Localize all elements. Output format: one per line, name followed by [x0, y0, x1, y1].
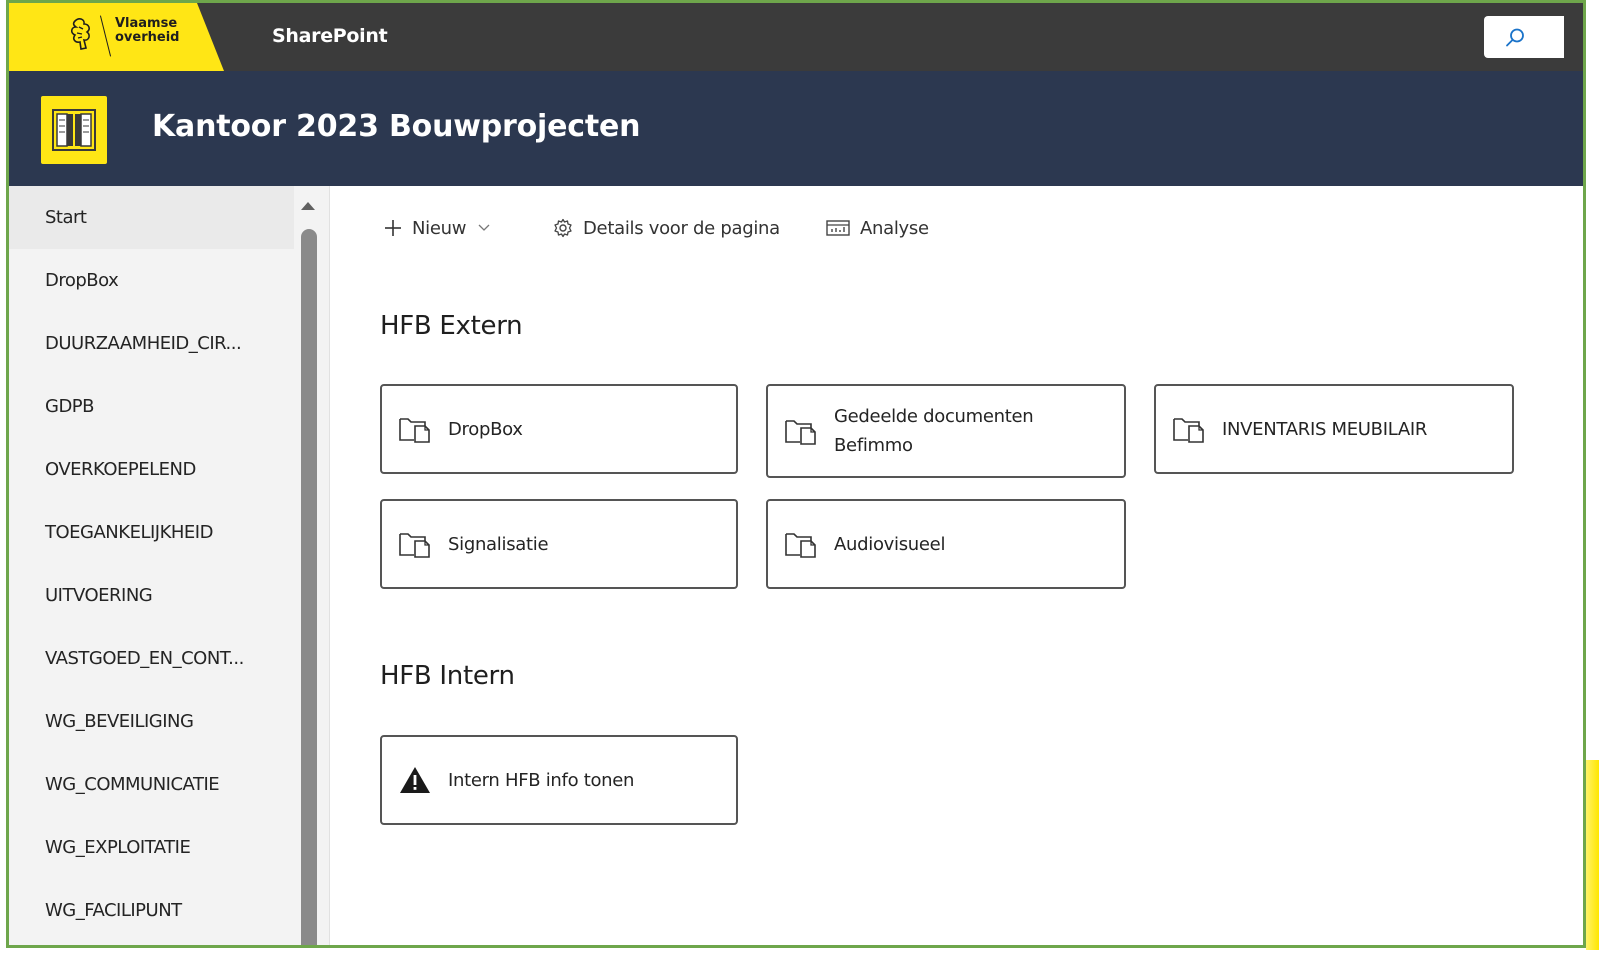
tile-label: Audiovisueel	[834, 530, 1112, 559]
quick-link-tile[interactable]: INVENTARIS MEUBILAIR	[1154, 384, 1514, 474]
quick-link-tile[interactable]: Audiovisueel	[766, 499, 1126, 589]
analytics-button[interactable]: Analyse	[826, 203, 929, 253]
section-title-hfb-intern: HFB Intern	[380, 661, 515, 691]
folder-document-icon	[784, 529, 818, 559]
window-frame: Vlaamse overheid SharePoint Kantoor 2023…	[6, 0, 1586, 948]
quick-link-tile[interactable]: DropBox	[380, 384, 738, 474]
nav-item-wg-communicatie[interactable]: WG_COMMUNICATIE	[9, 753, 294, 816]
tile-label-line-1: Audiovisueel	[834, 533, 946, 555]
nav-item-uitvoering[interactable]: UITVOERING	[9, 564, 294, 627]
tile-label-line-2: Befimmo	[834, 435, 913, 456]
new-button[interactable]: Nieuw	[384, 203, 490, 253]
search-button[interactable]	[1484, 16, 1564, 58]
tile-label: Signalisatie	[448, 530, 724, 559]
yellow-edge-decoration	[1586, 760, 1599, 950]
plus-icon	[384, 219, 402, 237]
nav-item-dropbox[interactable]: DropBox	[9, 249, 294, 312]
nav-item-wg-beveiliging[interactable]: WG_BEVEILIGING	[9, 690, 294, 753]
site-logo[interactable]	[41, 96, 107, 164]
tile-label: Intern HFB info tonen	[448, 766, 724, 795]
tile-label-line-1: Gedeelde documenten	[834, 406, 1034, 427]
section-title-hfb-extern: HFB Extern	[380, 311, 523, 341]
quick-link-tile[interactable]: Gedeelde documenten Befimmo	[766, 384, 1126, 478]
lion-icon	[67, 15, 97, 55]
chevron-down-icon	[478, 224, 490, 232]
folder-document-icon	[398, 529, 432, 559]
quick-link-tile[interactable]: Intern HFB info tonen	[380, 735, 738, 825]
brand-text: Vlaamse overheid	[115, 17, 179, 45]
analytics-icon	[826, 219, 850, 237]
site-title[interactable]: Kantoor 2023 Bouwprojecten	[152, 109, 640, 144]
suite-bar: Vlaamse overheid SharePoint	[9, 3, 1583, 71]
new-label: Nieuw	[412, 217, 467, 239]
brand-line-1: Vlaamse	[115, 16, 178, 31]
app-name[interactable]: SharePoint	[272, 25, 388, 47]
nav-item-duurzaamheid[interactable]: DUURZAAMHEID_CIR...	[9, 312, 294, 375]
building-icon	[52, 109, 96, 151]
site-header: Kantoor 2023 Bouwprojecten	[9, 71, 1583, 186]
folder-document-icon	[398, 414, 432, 444]
tile-label: Gedeelde documenten Befimmo	[834, 402, 1112, 460]
tile-label: DropBox	[448, 415, 724, 444]
gear-icon	[553, 218, 573, 238]
warning-icon	[398, 765, 432, 795]
nav-item-vastgoed[interactable]: VASTGOED_EN_CONT...	[9, 627, 294, 690]
tile-label-line-1: Intern HFB info tonen	[448, 769, 635, 791]
nav-item-wg-facilipunt[interactable]: WG_FACILIPUNT	[9, 879, 294, 942]
tile-label: INVENTARIS MEUBILAIR	[1222, 415, 1500, 444]
nav-item-gdpb[interactable]: GDPB	[9, 375, 294, 438]
brand-line-2: overheid	[115, 30, 180, 45]
search-icon	[1506, 28, 1524, 47]
page-details-label: Details voor de pagina	[583, 217, 780, 239]
nav-item-wg-exploitatie[interactable]: WG_EXPLOITATIE	[9, 816, 294, 879]
nav-scrollbar-thumb[interactable]	[301, 229, 317, 945]
vlaamse-overheid-logo[interactable]: Vlaamse overheid	[9, 3, 224, 71]
folder-document-icon	[1172, 414, 1206, 444]
quick-link-tile[interactable]: Signalisatie	[380, 499, 738, 589]
tile-label-line-1: INVENTARIS MEUBILAIR	[1222, 418, 1428, 440]
nav-divider	[329, 186, 330, 945]
nav-item-start[interactable]: Start	[9, 186, 294, 249]
page-details-button[interactable]: Details voor de pagina	[553, 203, 780, 253]
left-navigation: Start DropBox DUURZAAMHEID_CIR... GDPB O…	[9, 186, 329, 945]
tile-label-line-1: DropBox	[448, 418, 523, 440]
folder-document-icon	[784, 416, 818, 446]
scroll-up-arrow-icon[interactable]	[301, 202, 315, 210]
nav-item-overkoepelend[interactable]: OVERKOEPELEND	[9, 438, 294, 501]
brand-separator	[99, 15, 112, 57]
analytics-label: Analyse	[860, 217, 929, 239]
tile-label-line-1: Signalisatie	[448, 533, 549, 555]
nav-item-toegankelijkheid[interactable]: TOEGANKELIJKHEID	[9, 501, 294, 564]
